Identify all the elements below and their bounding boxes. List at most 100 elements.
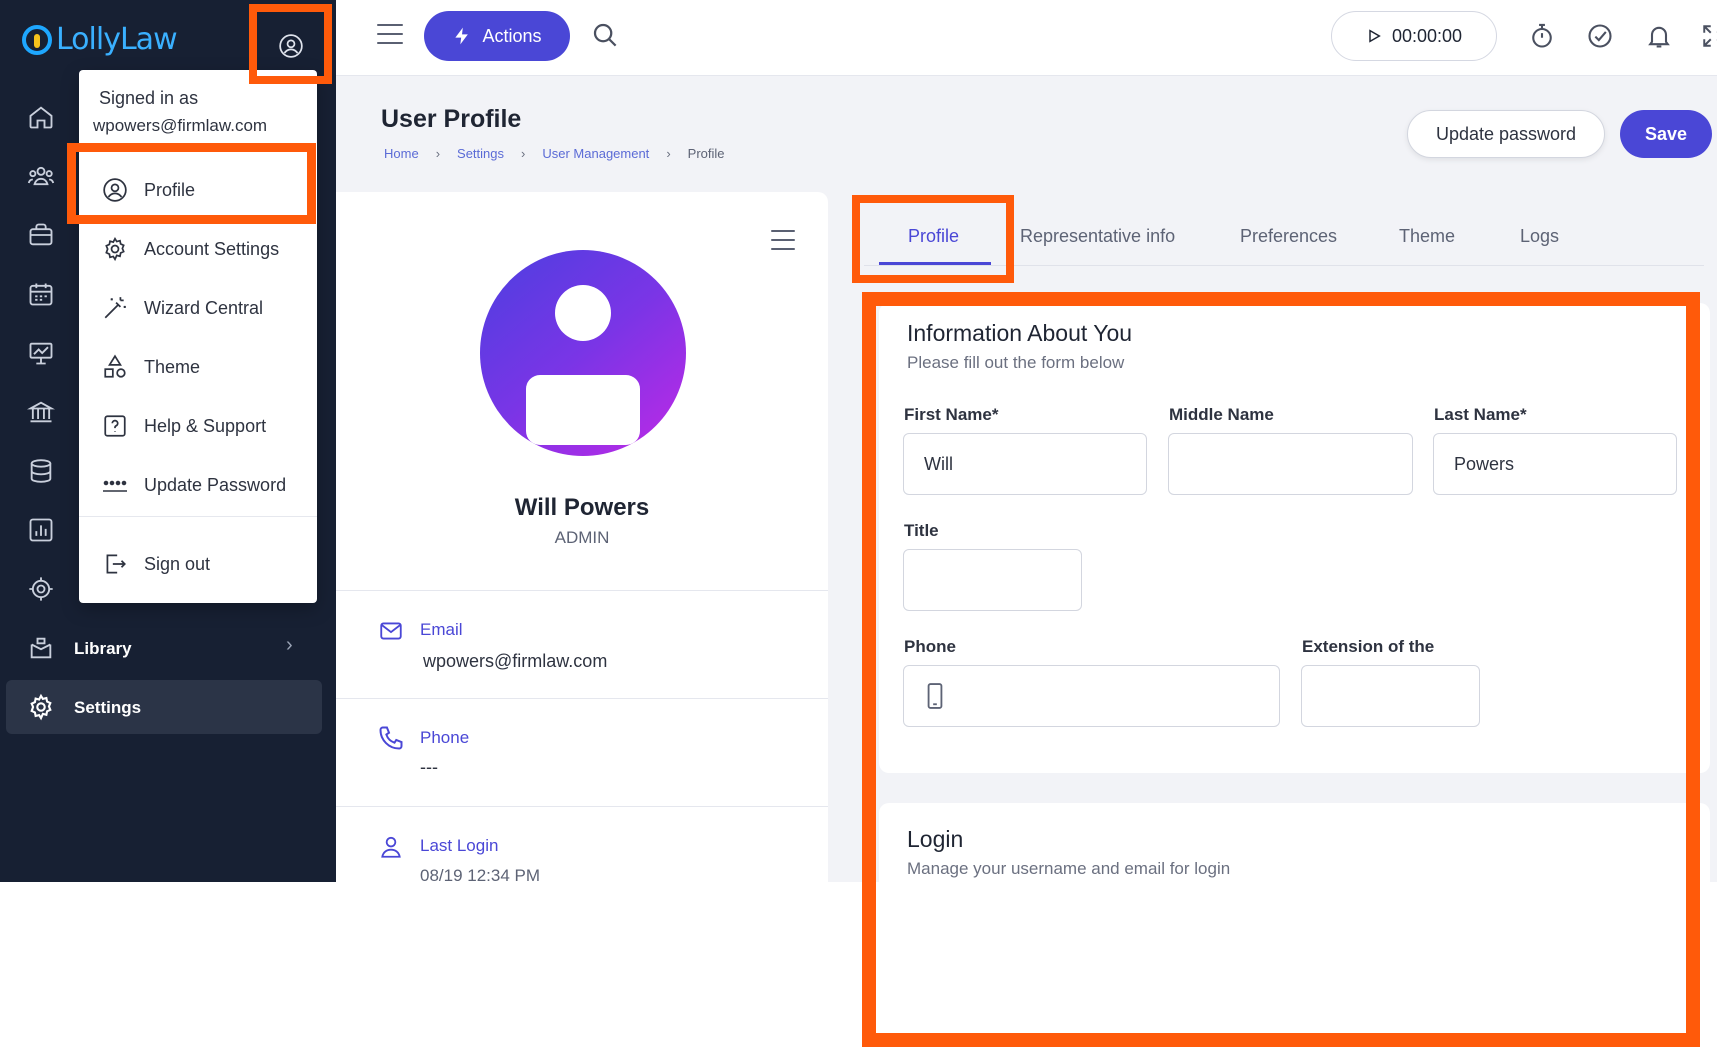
tasks-check-icon[interactable] bbox=[1584, 20, 1616, 52]
bell-icon[interactable] bbox=[1643, 20, 1675, 52]
envelope-icon bbox=[376, 616, 406, 646]
library-icon-wrap bbox=[24, 631, 58, 665]
highlight-profile-tab bbox=[852, 195, 1014, 283]
help-icon bbox=[100, 411, 130, 441]
menu-item-label: Update Password bbox=[144, 474, 287, 495]
highlight-user-menu-button bbox=[249, 4, 332, 84]
person-icon bbox=[376, 832, 406, 862]
avatar-body-shape bbox=[526, 375, 640, 445]
calendar-icon bbox=[29, 283, 53, 306]
stopwatch-icon[interactable] bbox=[1526, 20, 1558, 52]
brand-logo[interactable]: LollyLaw bbox=[22, 22, 178, 57]
menu-item-label: Help & Support bbox=[144, 415, 267, 436]
hamburger-menu-icon[interactable] bbox=[377, 24, 403, 46]
signed-in-email: wpowers@firmlaw.com bbox=[93, 116, 268, 135]
sign-out-label: Sign out bbox=[144, 553, 211, 574]
sidebar-item-reports[interactable] bbox=[24, 513, 58, 547]
sidebar-item-billing[interactable] bbox=[24, 395, 58, 429]
magic-wand-icon bbox=[100, 293, 130, 323]
tab-theme[interactable]: Theme bbox=[1399, 226, 1455, 247]
breadcrumb: Home › Settings › User Management › Prof… bbox=[384, 146, 725, 161]
bank-icon bbox=[27, 401, 55, 423]
update-password-button[interactable]: Update password bbox=[1407, 110, 1605, 158]
breadcrumb-user-management[interactable]: User Management bbox=[542, 146, 649, 161]
phone-value: --- bbox=[420, 757, 438, 777]
search-icon[interactable] bbox=[590, 20, 622, 52]
menu-item-wizard-central[interactable]: Wizard Central bbox=[79, 284, 317, 332]
divider bbox=[336, 806, 828, 807]
briefcase-icon bbox=[29, 223, 53, 246]
divider bbox=[336, 590, 828, 591]
play-icon bbox=[1369, 29, 1381, 43]
sidebar-item-target[interactable] bbox=[24, 572, 58, 606]
page-title: User Profile bbox=[381, 105, 522, 133]
chevron-right-icon: › bbox=[286, 634, 293, 656]
timer-value: 00:00:00 bbox=[1391, 25, 1463, 46]
password-icon bbox=[100, 470, 130, 500]
breadcrumb-profile: Profile bbox=[687, 146, 725, 161]
sidebar-item-calendar[interactable] bbox=[24, 277, 58, 311]
profile-summary-card: Will Powers ADMIN Email wpowers@firmlaw.… bbox=[336, 192, 828, 882]
menu-item-sign-out[interactable]: Sign out bbox=[79, 540, 317, 588]
divider bbox=[336, 698, 828, 699]
sidebar-item-presentations[interactable] bbox=[24, 336, 58, 370]
last-login-label: Last Login bbox=[420, 836, 499, 855]
menu-item-label: Wizard Central bbox=[144, 297, 264, 318]
highlight-profile-menu-item bbox=[67, 143, 316, 224]
target-icon bbox=[29, 577, 53, 601]
card-menu-icon[interactable] bbox=[771, 230, 795, 250]
phone-label: Phone bbox=[420, 728, 470, 747]
tab-preferences[interactable]: Preferences bbox=[1240, 226, 1337, 247]
actions-label: Actions bbox=[482, 25, 542, 46]
menu-item-update-password[interactable]: Update Password bbox=[79, 461, 317, 509]
actions-button[interactable]: Actions bbox=[424, 11, 570, 61]
sidebar-item-database[interactable] bbox=[24, 454, 58, 488]
highlight-information-form bbox=[862, 292, 1700, 1047]
profile-role: ADMIN bbox=[554, 528, 610, 547]
last-login-value: 08/19 12:34 PM bbox=[420, 866, 541, 882]
breadcrumb-settings[interactable]: Settings bbox=[457, 146, 504, 161]
contacts-icon bbox=[27, 166, 55, 186]
sidebar-item-home[interactable] bbox=[24, 100, 58, 134]
fullscreen-icon[interactable] bbox=[1698, 20, 1717, 52]
gear-icon bbox=[30, 693, 52, 721]
top-bar: Actions 00:00:00 bbox=[336, 0, 1717, 76]
lightning-icon bbox=[455, 27, 469, 45]
chevron-right-icon: › bbox=[666, 146, 671, 161]
time-tracker-button[interactable]: 00:00:00 bbox=[1331, 11, 1497, 61]
menu-item-label: Theme bbox=[144, 356, 201, 377]
logo-mark-icon bbox=[22, 24, 52, 55]
brand-name: LollyLaw bbox=[56, 22, 178, 57]
menu-item-theme[interactable]: Theme bbox=[79, 343, 317, 391]
presentation-icon bbox=[29, 342, 53, 365]
gear-icon bbox=[100, 234, 130, 264]
sidebar-settings-label: Settings bbox=[74, 698, 142, 717]
reports-icon bbox=[29, 518, 53, 542]
tab-representative-info[interactable]: Representative info bbox=[1020, 226, 1175, 247]
sign-out-icon bbox=[100, 549, 130, 579]
menu-item-label: Account Settings bbox=[144, 238, 280, 259]
database-icon bbox=[30, 459, 52, 483]
signed-in-label: Signed in as bbox=[99, 88, 199, 108]
email-label: Email bbox=[420, 620, 463, 639]
breadcrumb-home[interactable]: Home bbox=[384, 146, 419, 161]
sidebar-item-contacts[interactable] bbox=[24, 159, 58, 193]
shapes-icon bbox=[100, 352, 130, 382]
profile-name: Will Powers bbox=[514, 494, 650, 521]
tab-logs[interactable]: Logs bbox=[1520, 226, 1559, 247]
chevron-right-icon: › bbox=[435, 146, 441, 161]
phone-icon bbox=[376, 723, 406, 753]
library-icon bbox=[30, 637, 52, 659]
avatar-head-shape bbox=[555, 285, 611, 341]
menu-item-account-settings[interactable]: Account Settings bbox=[79, 225, 317, 273]
chevron-right-icon: › bbox=[521, 146, 526, 161]
home-icon bbox=[29, 106, 53, 129]
sidebar-library-label: Library bbox=[74, 639, 132, 658]
avatar[interactable] bbox=[480, 250, 686, 456]
save-button[interactable]: Save bbox=[1620, 110, 1712, 158]
menu-item-help-support[interactable]: Help & Support bbox=[79, 402, 317, 450]
divider bbox=[79, 516, 317, 517]
email-value: wpowers@firmlaw.com bbox=[423, 651, 608, 671]
settings-icon-wrap bbox=[24, 690, 58, 724]
sidebar-item-matters[interactable] bbox=[24, 218, 58, 252]
